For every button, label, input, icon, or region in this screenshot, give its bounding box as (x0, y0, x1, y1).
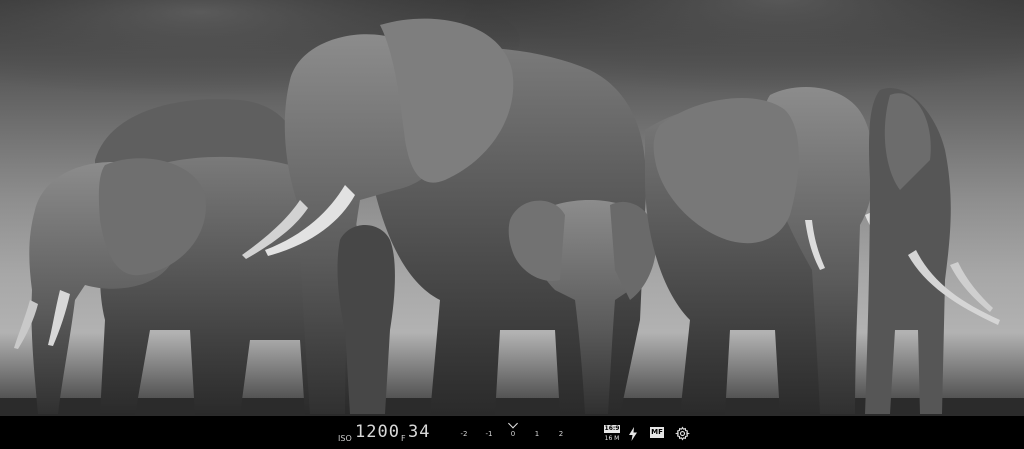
exposure-tick: 2 (558, 430, 564, 438)
camera-viewfinder[interactable] (0, 0, 1024, 416)
elephant-herd-image (0, 0, 1024, 416)
exposure-tick: 1 (534, 430, 540, 438)
aperture-label: F (401, 434, 406, 443)
camera-control-bar: ISO 1200 F 34 -2 -1 0 1 2 16:9 16 M MF (0, 416, 1024, 449)
exposure-tick: 0 (510, 430, 516, 438)
gear-icon[interactable] (675, 426, 690, 441)
aspect-ratio-badge[interactable]: 16:9 (604, 425, 620, 433)
iso-label: ISO (338, 434, 352, 443)
megapixels-value: 16 M (604, 435, 620, 442)
aperture-value[interactable]: 34 (408, 422, 430, 442)
lightning-bolt-icon[interactable] (628, 427, 638, 441)
focus-mode-badge[interactable]: MF (650, 427, 664, 438)
exposure-tick: -2 (460, 430, 468, 438)
exposure-pointer-icon (508, 418, 518, 429)
exposure-tick: -1 (485, 430, 493, 438)
iso-value[interactable]: 1200 (355, 422, 400, 442)
